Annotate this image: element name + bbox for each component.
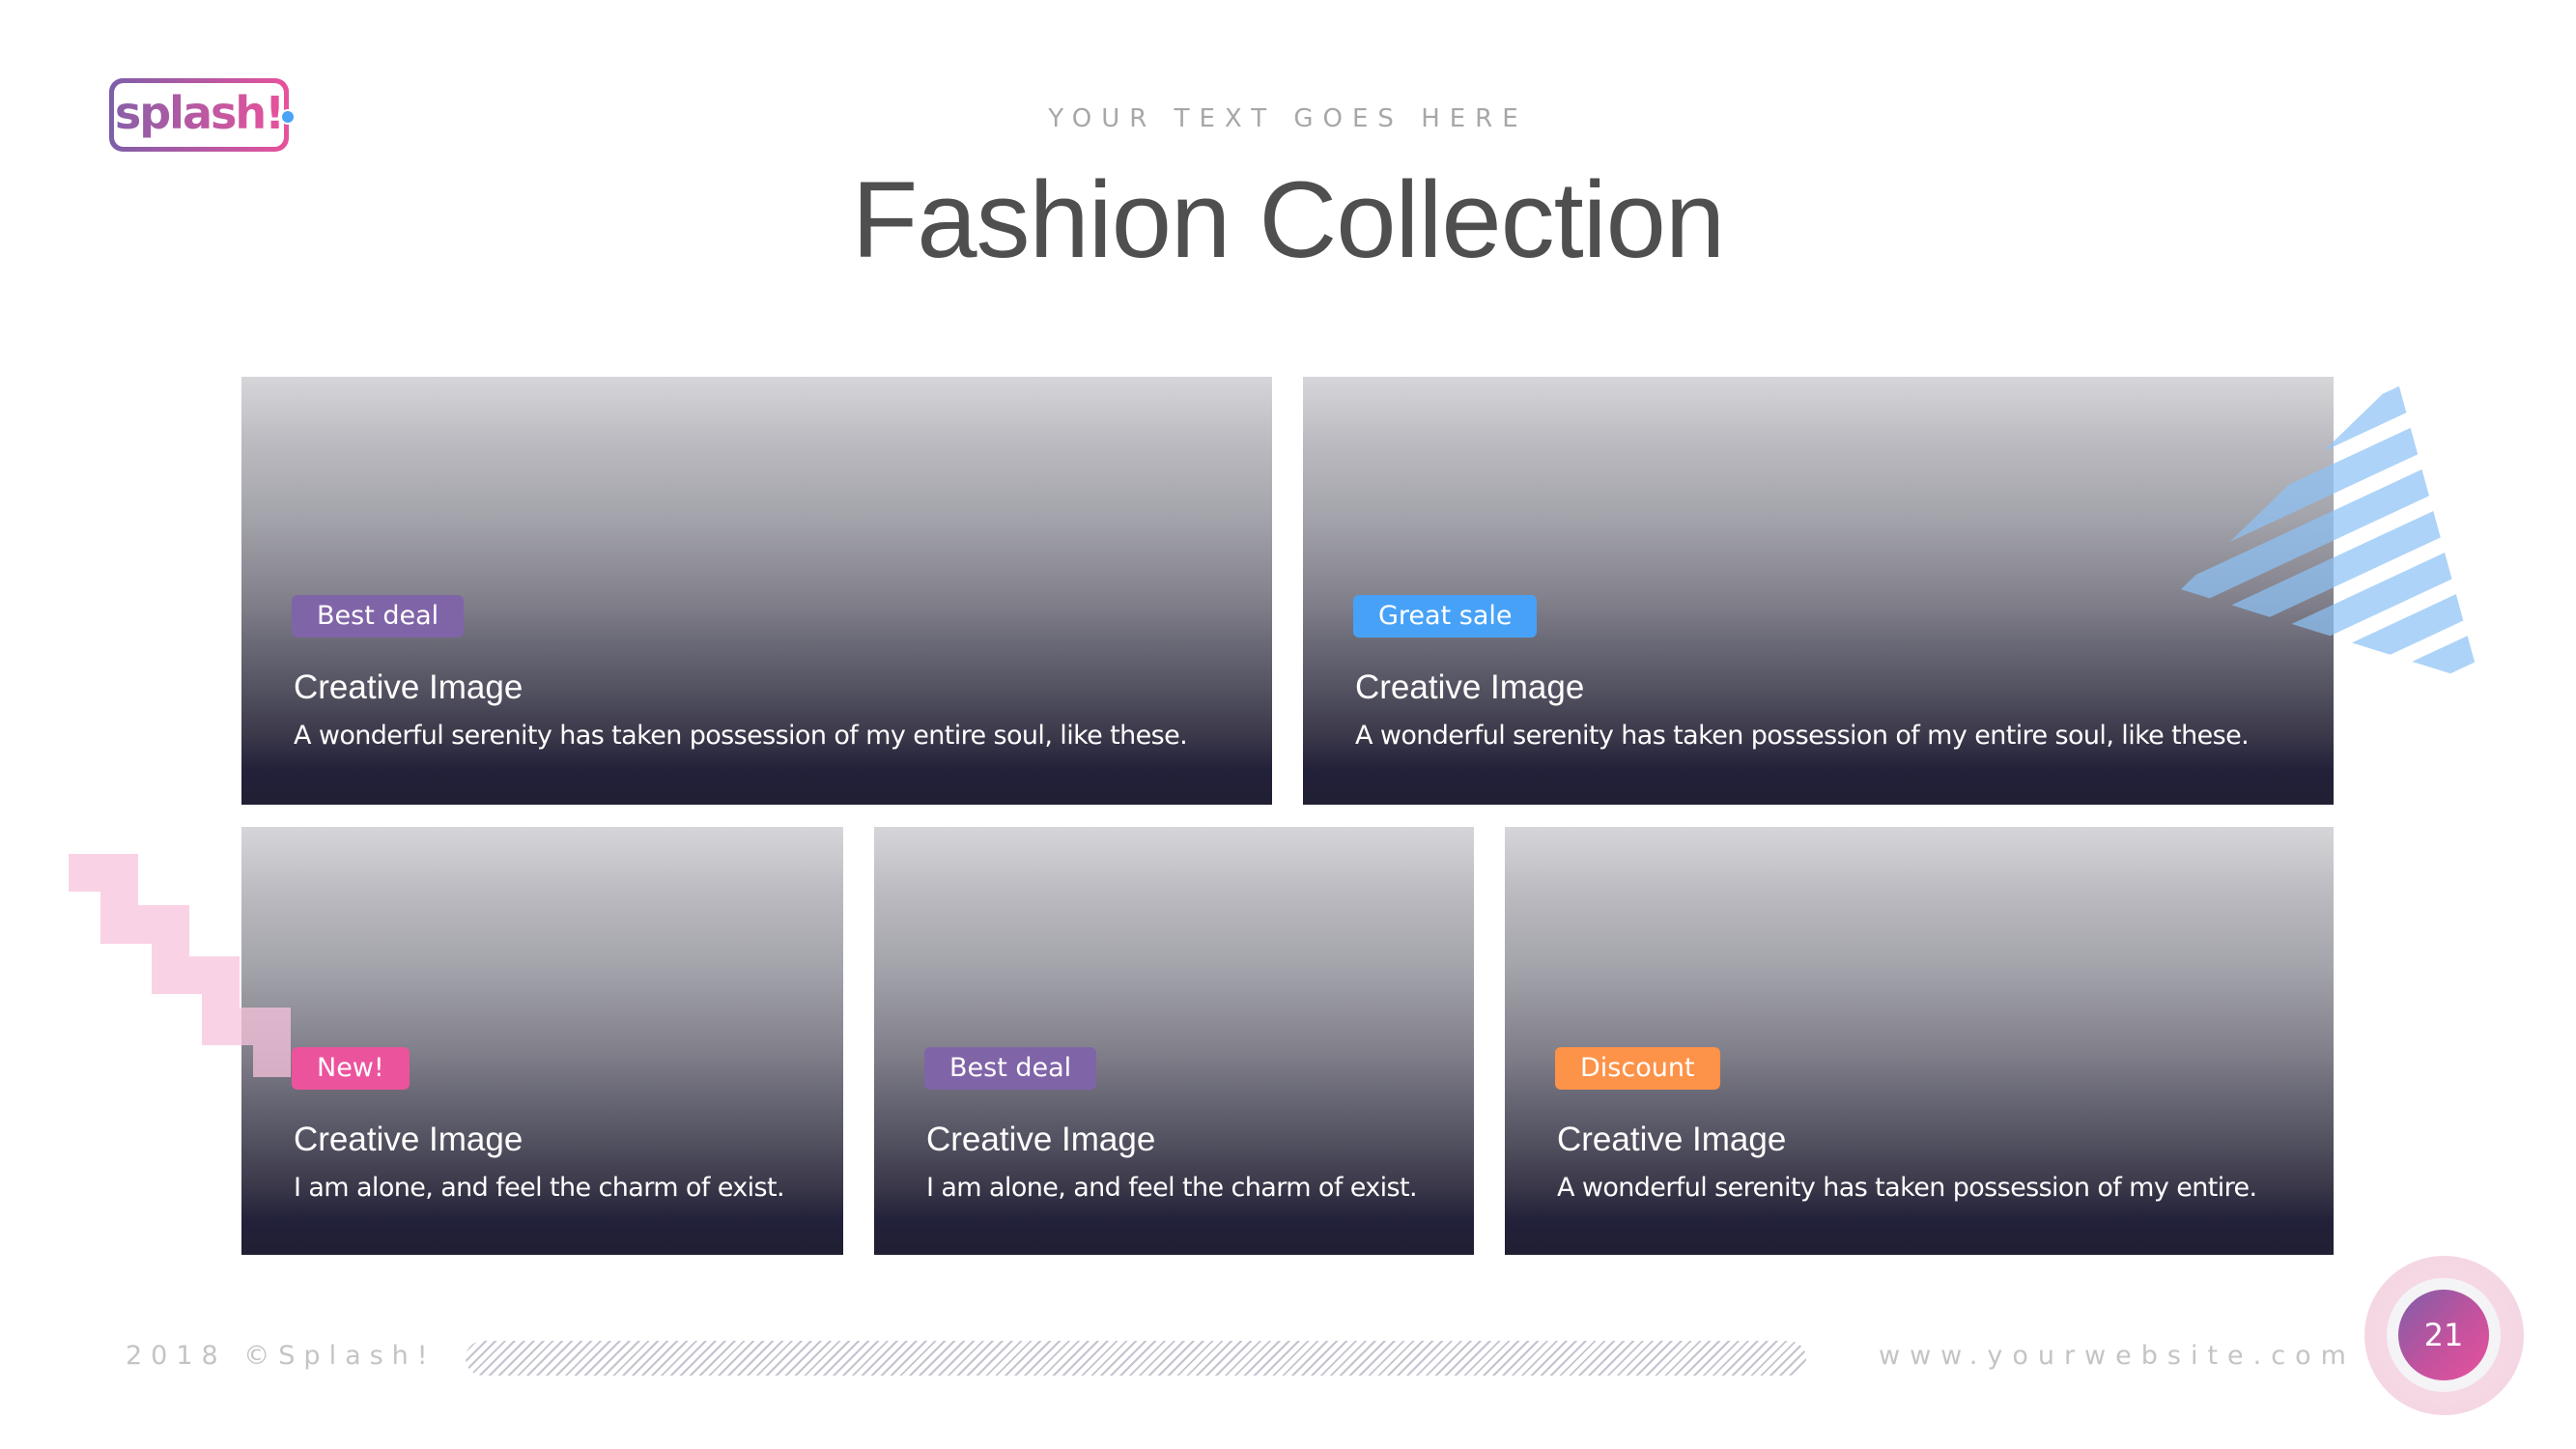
page-number-badge: 21 [2398, 1290, 2489, 1380]
card-title: Creative Image [294, 668, 524, 706]
card-badge: Great sale [1353, 595, 1538, 638]
footer-hatched-bar [466, 1341, 1806, 1376]
card-description: I am alone, and feel the charm of exist. [926, 1173, 1418, 1203]
card-badge: New! [292, 1047, 410, 1090]
page-number: 21 [2423, 1317, 2464, 1353]
footer-copyright: 2018 ©Splash! [126, 1341, 437, 1371]
staircase-decoration [69, 854, 291, 1077]
card-title: Creative Image [926, 1121, 1156, 1158]
card-5[interactable]: Discount Creative Image A wonderful sere… [1505, 827, 2334, 1255]
card-badge: Discount [1555, 1047, 1720, 1090]
page-title: Fashion Collection [851, 159, 1725, 280]
card-badge: Best deal [292, 595, 465, 638]
card-description: I am alone, and feel the charm of exist. [294, 1173, 785, 1203]
card-title: Creative Image [1557, 1121, 1787, 1158]
card-4[interactable]: Best deal Creative Image I am alone, and… [874, 827, 1474, 1255]
card-description: A wonderful serenity has taken possessio… [1557, 1173, 2257, 1203]
card-description: A wonderful serenity has taken possessio… [294, 721, 1188, 751]
card-description: A wonderful serenity has taken possessio… [1355, 721, 2250, 751]
header-kicker: YOUR TEXT GOES HERE [1048, 104, 1528, 133]
card-3[interactable]: New! Creative Image I am alone, and feel… [241, 827, 843, 1255]
footer-website-link[interactable]: www.yourwebsite.com [1879, 1341, 2356, 1371]
card-title: Creative Image [294, 1121, 524, 1158]
card-1[interactable]: Best deal Creative Image A wonderful ser… [241, 377, 1272, 805]
striped-triangle-decoration [2181, 380, 2480, 683]
card-title: Creative Image [1355, 668, 1585, 706]
card-badge: Best deal [924, 1047, 1097, 1090]
